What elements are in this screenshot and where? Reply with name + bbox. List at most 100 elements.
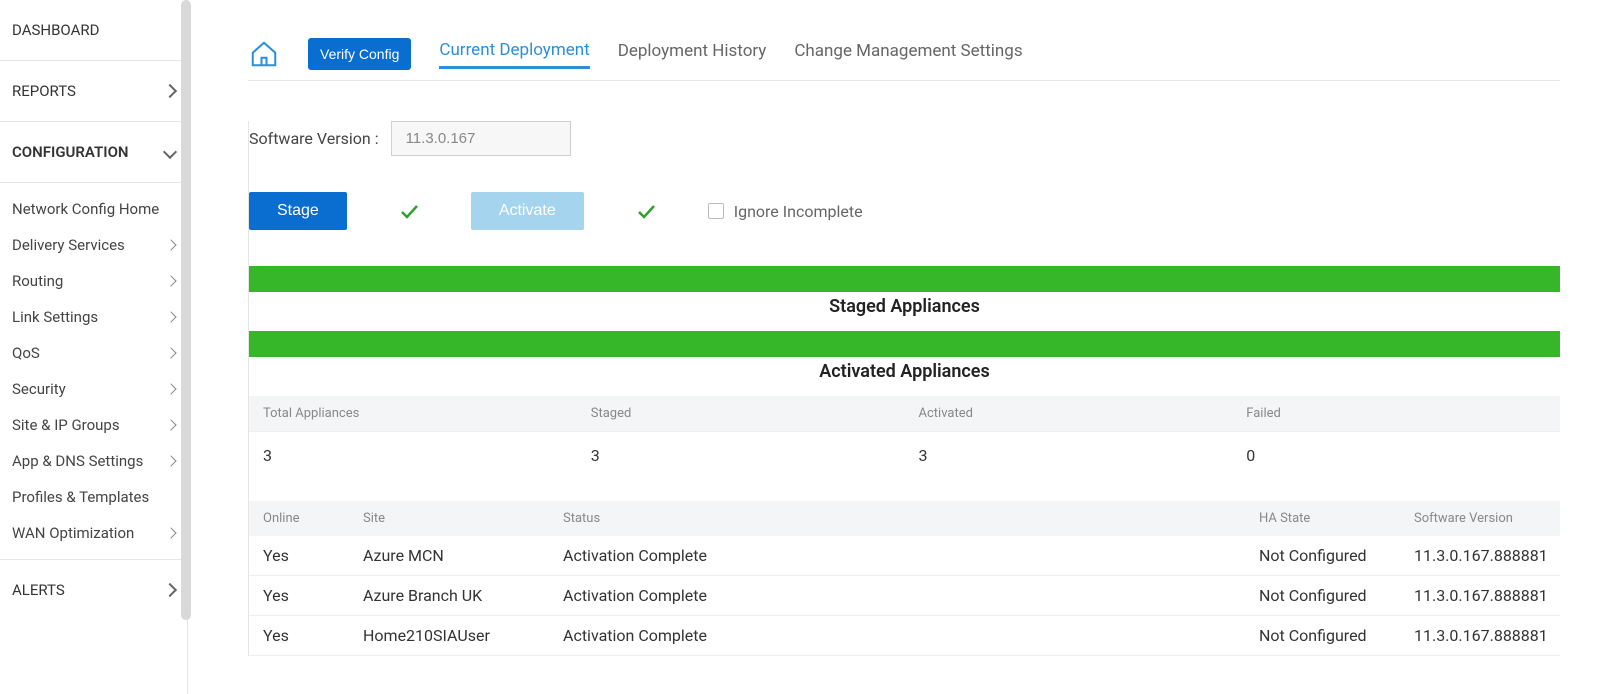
- cell-sv: 11.3.0.167.888881: [1400, 536, 1560, 575]
- activated-progress-bar: [249, 331, 1560, 357]
- cell-ha: Not Configured: [1245, 616, 1400, 655]
- sidebar-item-label: Routing: [12, 272, 63, 290]
- details-table: Online Site Status HA State Software Ver…: [249, 501, 1560, 656]
- sidebar-section-label: CONFIGURATION: [12, 143, 129, 161]
- total-value: 3: [249, 432, 577, 479]
- cell-ha: Not Configured: [1245, 576, 1400, 615]
- ignore-incomplete-row[interactable]: Ignore Incomplete: [708, 202, 863, 221]
- tab-current-deployment[interactable]: Current Deployment: [439, 40, 589, 69]
- cell-ha: Not Configured: [1245, 536, 1400, 575]
- sidebar-item-app-dns-settings[interactable]: App & DNS Settings: [0, 443, 187, 479]
- activate-button[interactable]: Activate: [471, 192, 584, 230]
- activated-appliances-header: Activated Appliances: [249, 361, 1560, 382]
- summary-header-row: Total Appliances Staged Activated Failed: [249, 396, 1560, 432]
- sidebar-item-security[interactable]: Security: [0, 371, 187, 407]
- activated-value: 3: [905, 432, 1233, 479]
- cell-status: Activation Complete: [549, 576, 1245, 615]
- ignore-incomplete-label: Ignore Incomplete: [734, 202, 863, 221]
- chevron-right-icon: [165, 455, 176, 466]
- chevron-right-icon: [165, 347, 176, 358]
- staged-value: 3: [577, 432, 905, 479]
- col-staged-label: Staged: [577, 396, 905, 432]
- cell-status: Activation Complete: [549, 536, 1245, 575]
- sidebar-section-alerts[interactable]: ALERTS: [0, 560, 187, 620]
- table-row: Yes Home210SIAUser Activation Complete N…: [249, 616, 1560, 656]
- sidebar-section-label: ALERTS: [12, 581, 65, 599]
- chevron-right-icon: [165, 419, 176, 430]
- home-icon[interactable]: [248, 38, 280, 70]
- failed-value: 0: [1232, 432, 1560, 479]
- software-version-label: Software Version :: [249, 129, 379, 148]
- sidebar-config-items: Network Config Home Delivery Services Ro…: [0, 183, 187, 560]
- content-panel: Software Version : Stage Activate Ignore…: [248, 121, 1560, 656]
- sidebar-item-profiles-templates[interactable]: Profiles & Templates: [0, 479, 187, 515]
- chevron-right-icon: [163, 583, 177, 597]
- sidebar-item-label: Security: [12, 380, 66, 398]
- chevron-right-icon: [165, 527, 176, 538]
- col-site-label: Site: [349, 501, 549, 536]
- table-row: Yes Azure Branch UK Activation Complete …: [249, 576, 1560, 616]
- sidebar-item-delivery-services[interactable]: Delivery Services: [0, 227, 187, 263]
- col-ha-label: HA State: [1245, 501, 1400, 536]
- sidebar-item-label: Link Settings: [12, 308, 98, 326]
- chevron-right-icon: [165, 239, 176, 250]
- sidebar-item-label: Site & IP Groups: [12, 416, 120, 434]
- sidebar-section-dashboard[interactable]: DASHBOARD: [0, 0, 187, 61]
- verify-config-button[interactable]: Verify Config: [308, 38, 411, 70]
- sidebar-item-label: QoS: [12, 344, 40, 362]
- sidebar-item-wan-optimization[interactable]: WAN Optimization: [0, 515, 187, 551]
- chevron-right-icon: [165, 275, 176, 286]
- tab-change-management-settings[interactable]: Change Management Settings: [794, 41, 1022, 67]
- chevron-right-icon: [163, 84, 177, 98]
- sidebar-item-label: WAN Optimization: [12, 524, 134, 542]
- check-icon: [397, 199, 421, 223]
- sidebar-section-configuration[interactable]: CONFIGURATION: [0, 122, 187, 183]
- details-header-row: Online Site Status HA State Software Ver…: [249, 501, 1560, 536]
- cell-site: Azure Branch UK: [349, 576, 549, 615]
- sidebar-item-site-ip-groups[interactable]: Site & IP Groups: [0, 407, 187, 443]
- summary-data-row: 3 3 3 0: [249, 432, 1560, 479]
- sidebar-item-routing[interactable]: Routing: [0, 263, 187, 299]
- sidebar-item-link-settings[interactable]: Link Settings: [0, 299, 187, 335]
- tab-deployment-history[interactable]: Deployment History: [618, 41, 767, 67]
- action-row: Stage Activate Ignore Incomplete: [249, 192, 1560, 230]
- cell-status: Activation Complete: [549, 616, 1245, 655]
- col-failed-label: Failed: [1232, 396, 1560, 432]
- cell-sv: 11.3.0.167.888881: [1400, 616, 1560, 655]
- col-activated-label: Activated: [905, 396, 1233, 432]
- sidebar-item-label: Network Config Home: [12, 200, 159, 218]
- sidebar-section-reports[interactable]: REPORTS: [0, 61, 187, 122]
- sidebar: DASHBOARD REPORTS CONFIGURATION Network …: [0, 0, 188, 694]
- cell-online: Yes: [249, 576, 349, 615]
- staged-progress-bar: [249, 266, 1560, 292]
- top-row: Verify Config Current Deployment Deploym…: [248, 0, 1560, 81]
- chevron-down-icon: [163, 145, 177, 159]
- stage-button[interactable]: Stage: [249, 192, 347, 230]
- col-sv-label: Software Version: [1400, 501, 1560, 536]
- sidebar-item-network-config-home[interactable]: Network Config Home: [0, 191, 187, 227]
- cell-site: Azure MCN: [349, 536, 549, 575]
- chevron-right-icon: [165, 383, 176, 394]
- main-content: Verify Config Current Deployment Deploym…: [188, 0, 1600, 694]
- sidebar-item-qos[interactable]: QoS: [0, 335, 187, 371]
- cell-sv: 11.3.0.167.888881: [1400, 576, 1560, 615]
- software-version-input: [391, 121, 571, 156]
- staged-appliances-header: Staged Appliances: [249, 296, 1560, 317]
- ignore-incomplete-checkbox[interactable]: [708, 203, 724, 219]
- summary-table: Total Appliances Staged Activated Failed…: [249, 396, 1560, 479]
- cell-online: Yes: [249, 536, 349, 575]
- check-icon: [634, 199, 658, 223]
- sidebar-item-label: App & DNS Settings: [12, 452, 143, 470]
- cell-online: Yes: [249, 616, 349, 655]
- cell-site: Home210SIAUser: [349, 616, 549, 655]
- col-status-label: Status: [549, 501, 1245, 536]
- sidebar-scrollbar[interactable]: [181, 0, 191, 620]
- chevron-right-icon: [165, 311, 176, 322]
- table-row: Yes Azure MCN Activation Complete Not Co…: [249, 536, 1560, 576]
- software-version-row: Software Version :: [249, 121, 1560, 156]
- col-total-label: Total Appliances: [249, 396, 577, 432]
- sidebar-section-label: DASHBOARD: [12, 21, 99, 39]
- col-online-label: Online: [249, 501, 349, 536]
- sidebar-section-label: REPORTS: [12, 82, 76, 100]
- sidebar-item-label: Profiles & Templates: [12, 488, 149, 506]
